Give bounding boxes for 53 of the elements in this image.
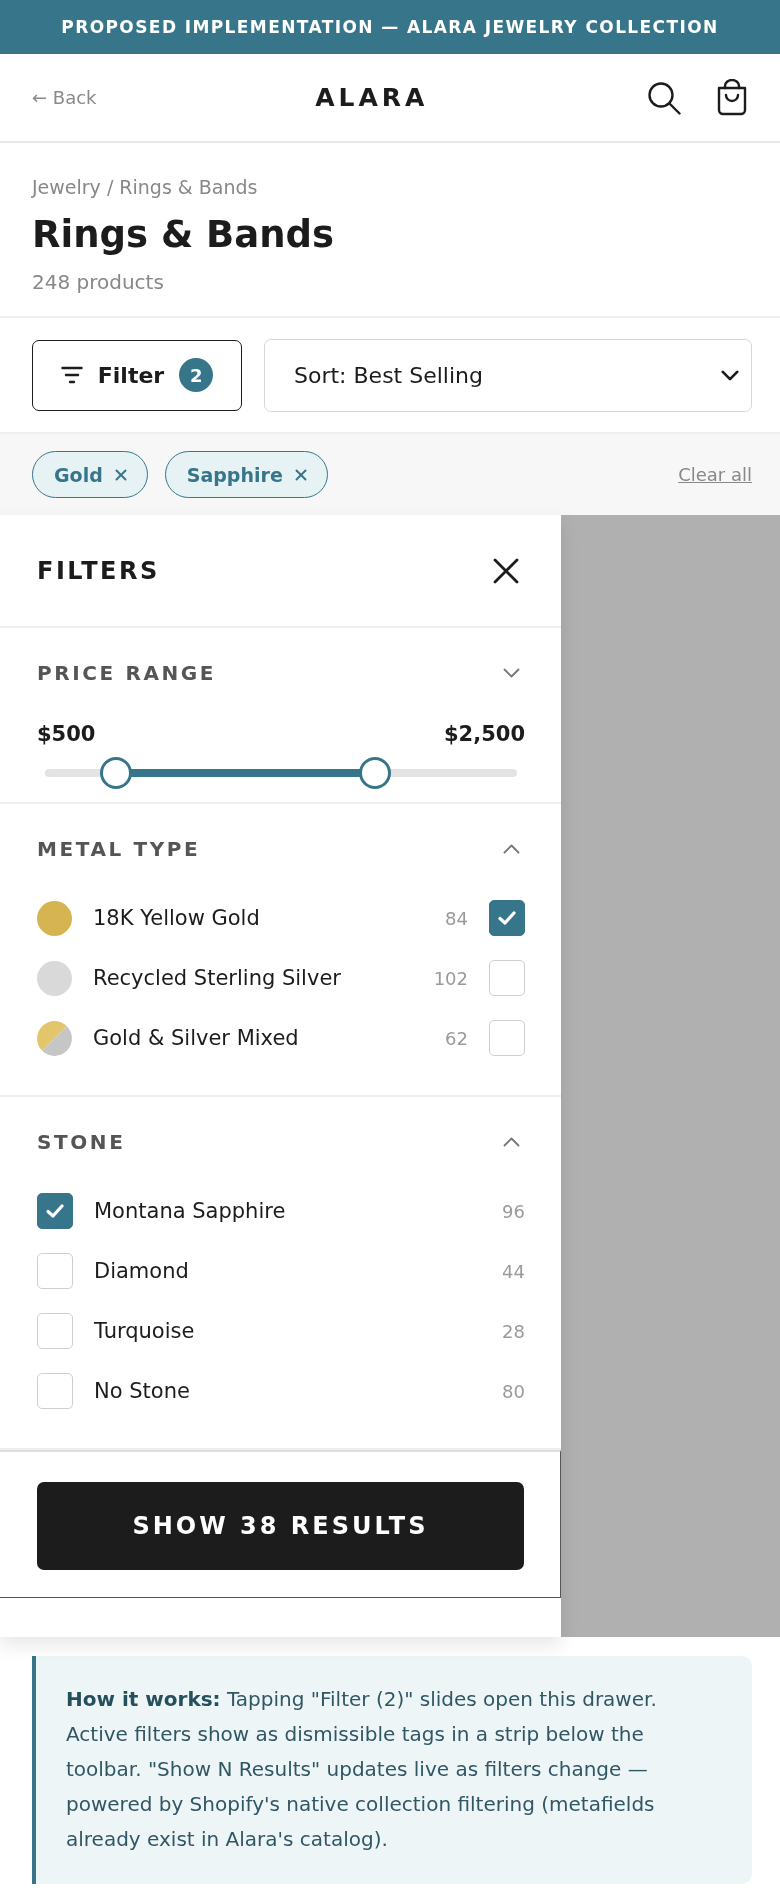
option-label: 18K Yellow Gold (93, 906, 261, 930)
logo: ALARA (315, 83, 429, 112)
close-icon[interactable] (493, 557, 519, 584)
back-link[interactable]: ← Back (32, 87, 97, 108)
option-label: Turquoise (94, 1319, 196, 1343)
check-icon (46, 1204, 64, 1218)
metal-swatch-icon (37, 1020, 72, 1056)
section-title: METAL TYPE (37, 837, 201, 861)
sort-select[interactable]: Sort: Best Selling (264, 338, 752, 412)
filter-tag[interactable]: Sapphire (164, 451, 328, 498)
filter-button[interactable]: Filter 2 (32, 339, 242, 411)
drawer-title: FILTERS (37, 556, 160, 585)
check-icon (498, 911, 516, 925)
checkbox[interactable] (37, 1193, 73, 1229)
option-label: Recycled Sterling Silver (93, 966, 342, 990)
option-count: 62 (445, 1027, 468, 1049)
option-count: 96 (502, 1200, 525, 1222)
option-label: Diamond (94, 1259, 190, 1283)
filter-tag[interactable]: Gold (32, 451, 148, 498)
section-title: PRICE RANGE (37, 661, 217, 685)
option-count: 84 (445, 907, 468, 929)
product-count: 248 products (32, 269, 165, 295)
chevron-up-icon[interactable] (503, 1137, 520, 1147)
slider-thumb[interactable] (359, 757, 392, 789)
clear-all-link[interactable]: Clear all (678, 464, 752, 485)
option-label: Montana Sapphire (94, 1199, 287, 1223)
breadcrumb: Jewelry / Rings & Bands (32, 175, 259, 200)
slider-thumb[interactable] (99, 757, 132, 789)
option-count: 80 (502, 1380, 525, 1402)
filter-icon (60, 366, 83, 384)
chevron-up-icon[interactable] (503, 844, 520, 854)
option-count: 28 (502, 1320, 525, 1342)
price-min: $500 (37, 721, 96, 747)
metal-swatch-icon (37, 960, 72, 996)
count-badge: 2 (179, 358, 214, 392)
option-label: Gold & Silver Mixed (93, 1026, 300, 1050)
search-icon[interactable] (647, 80, 681, 115)
note-text: How it works: Tapping "Filter (2)" slides open this drawer. Active filters show as dismissible tags in a strip below the toolbar. "Show N Results" updates live as filters change — powered by Shopify's native collection filtering (metafields already exist in Alara's catalog). (66, 1687, 657, 1851)
option-label: No Stone (94, 1379, 191, 1403)
price-max: $2,500 (443, 721, 525, 747)
slider-track[interactable] (45, 757, 517, 789)
show-results-button[interactable]: SHOW 38 RESULTS (37, 1482, 524, 1570)
metal-swatch-icon (37, 900, 72, 936)
chevron-down-icon[interactable] (721, 369, 739, 381)
banner: PROPOSED IMPLEMENTATION — ALARA JEWELRY COLLECTION (0, 0, 780, 54)
shopping-bag-icon[interactable] (715, 79, 749, 116)
remove-icon[interactable] (294, 468, 307, 481)
option-count: 102 (433, 967, 468, 989)
page-title: Rings & Bands (32, 212, 336, 258)
section-title: STONE (37, 1130, 126, 1154)
option-count: 44 (502, 1260, 525, 1282)
remove-icon[interactable] (114, 468, 127, 481)
checkbox[interactable] (489, 900, 525, 936)
